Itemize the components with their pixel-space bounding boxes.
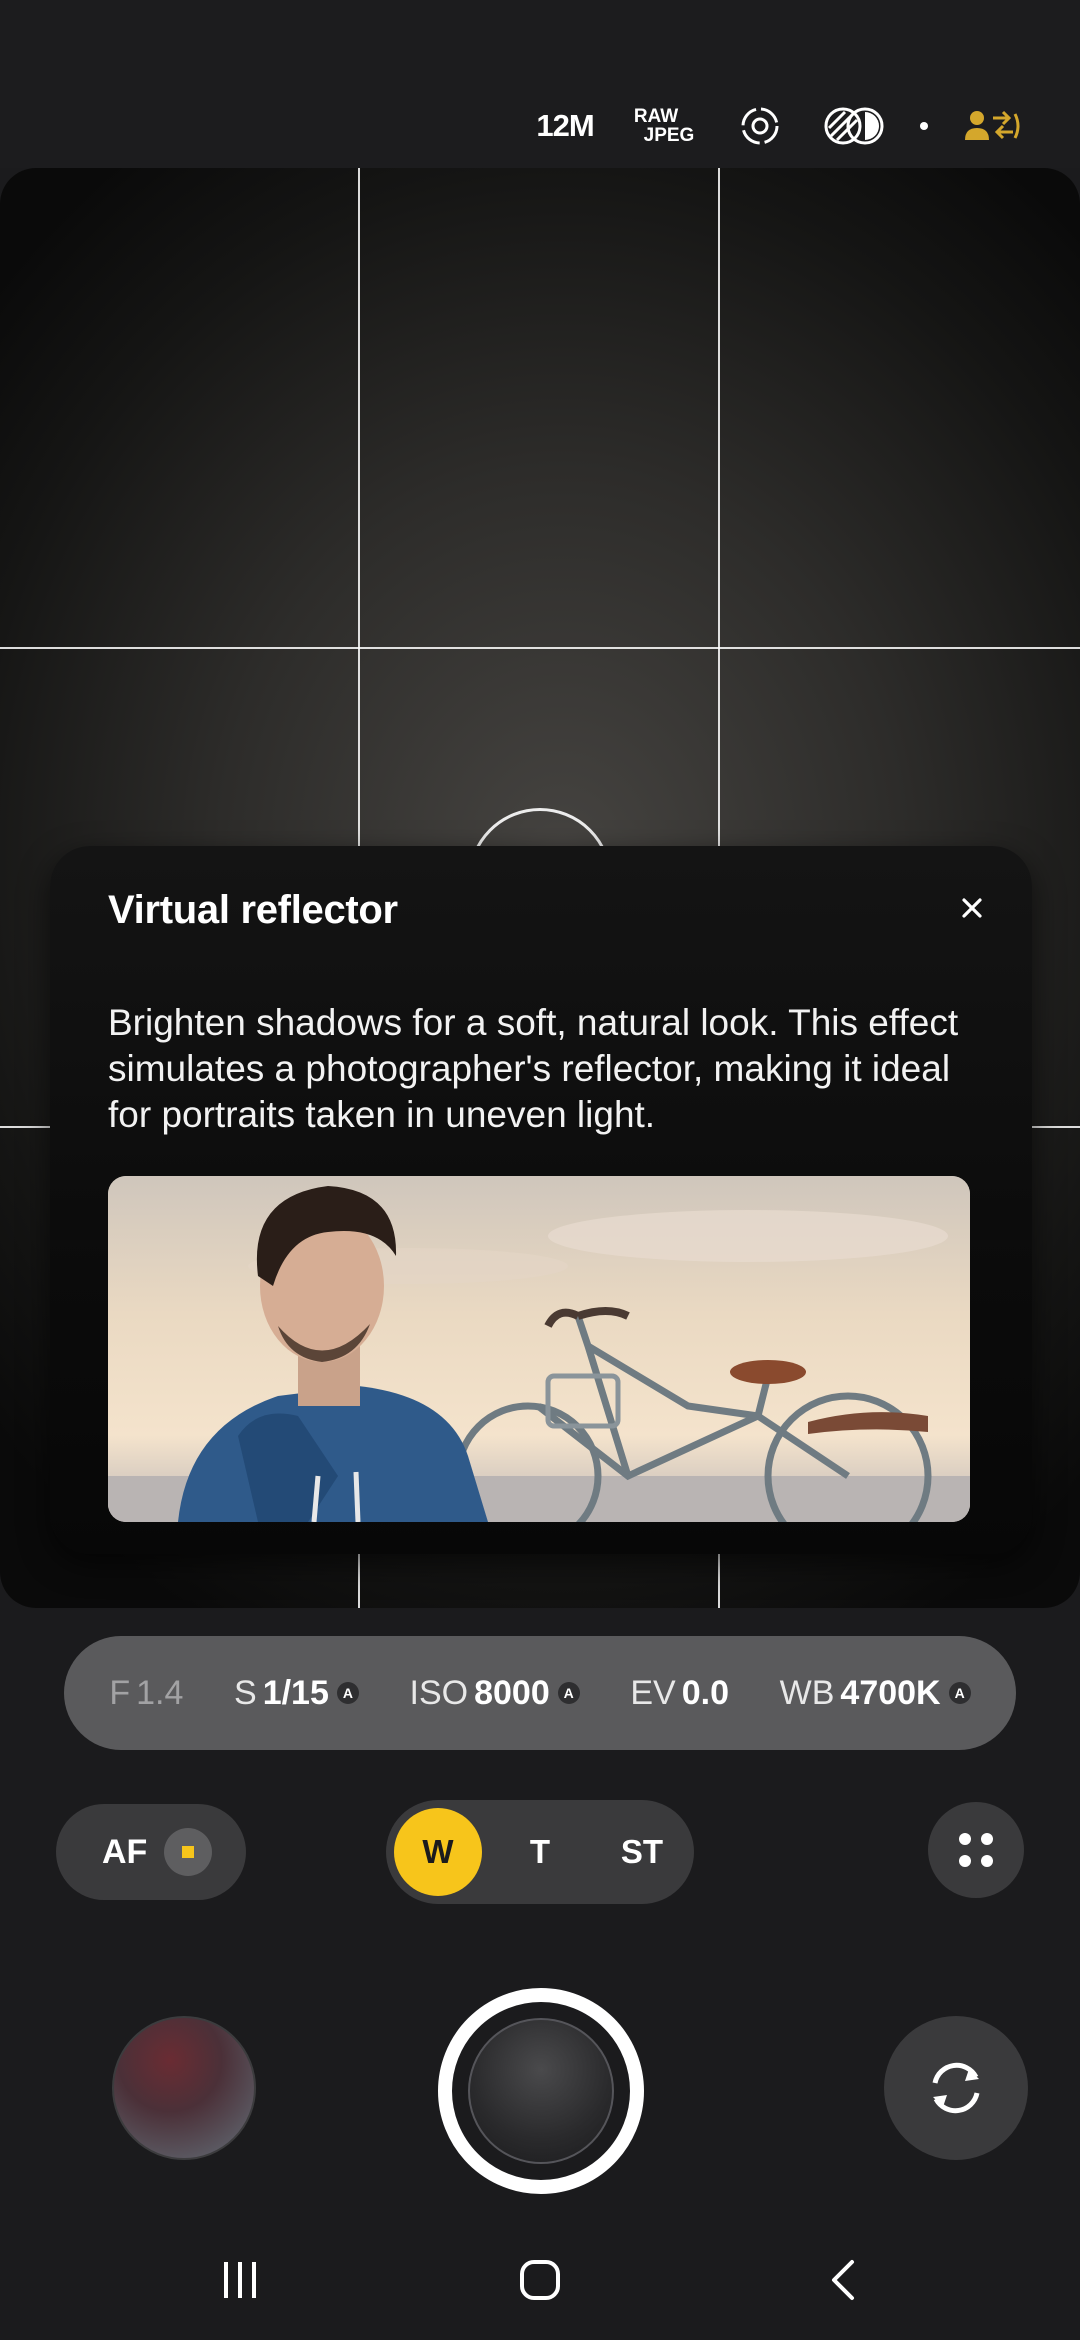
grid-line [0,647,1080,649]
aperture-value: 1.4 [136,1673,184,1712]
ev-value: 0.0 [681,1673,729,1712]
iso-setting[interactable]: ISO 8000 A [410,1674,580,1713]
af-indicator-icon [164,1828,212,1876]
lens-wide-button[interactable]: W [394,1808,482,1896]
dot-indicator [916,98,932,154]
close-icon[interactable] [950,886,994,930]
tooltip-preview-image [108,1176,970,1522]
shutter-button[interactable] [438,1988,644,2194]
filter-icon[interactable] [820,98,890,154]
four-dots-icon[interactable] [928,1802,1024,1898]
shutter-speed-setting[interactable]: S 1/15 A [234,1674,359,1713]
recent-apps-icon[interactable] [200,2248,280,2312]
home-icon[interactable] [500,2248,580,2312]
resolution-button[interactable]: 12M [530,98,600,154]
pro-settings-bar: F 1.4 S 1/15 A ISO 8000 A EV 0.0 WB 4700… [64,1636,1016,1750]
user-swap-icon[interactable] [958,98,1028,154]
gallery-thumbnail[interactable] [112,2016,256,2160]
auto-badge: A [948,1682,971,1704]
lens-selector: W T ST [386,1800,694,1904]
iso-label: ISO [409,1673,469,1712]
virtual-reflector-tooltip: Virtual reflector Brighten shadows for a… [50,846,1032,1554]
auto-badge: A [557,1682,580,1704]
focus-target-icon[interactable] [730,98,790,154]
white-balance-setting[interactable]: WB 4700K A [780,1674,971,1713]
ev-label: EV [630,1673,676,1712]
lens-tele-button[interactable]: T [496,1808,584,1896]
shutter-inner [468,2018,614,2164]
system-navigation-bar [0,2222,1080,2340]
camera-top-bar: 12M RAW JPEG [0,0,1080,168]
exposure-value-setting[interactable]: EV 0.0 [630,1674,729,1713]
tooltip-title: Virtual reflector [108,888,398,932]
wb-label: WB [779,1673,835,1712]
auto-badge: A [336,1682,359,1704]
iso-value: 8000 [474,1673,550,1712]
switch-camera-icon[interactable] [884,2016,1028,2160]
format-raw-label: RAW [633,106,679,127]
shutter-speed-value: 1/15 [262,1673,329,1712]
tooltip-description: Brighten shadows for a soft, natural loo… [108,1002,959,1135]
format-jpeg-label: JPEG [643,125,695,146]
autofocus-button[interactable]: AF [56,1804,246,1900]
wb-value: 4700K [840,1673,941,1712]
af-label: AF [102,1832,148,1871]
aperture-label: F [109,1673,131,1712]
back-icon[interactable] [804,2248,884,2312]
file-format-button[interactable]: RAW JPEG [628,98,698,154]
aperture-setting[interactable]: F 1.4 [109,1674,183,1713]
shutter-speed-label: S [234,1673,257,1712]
lens-supertele-button[interactable]: ST [598,1808,686,1896]
